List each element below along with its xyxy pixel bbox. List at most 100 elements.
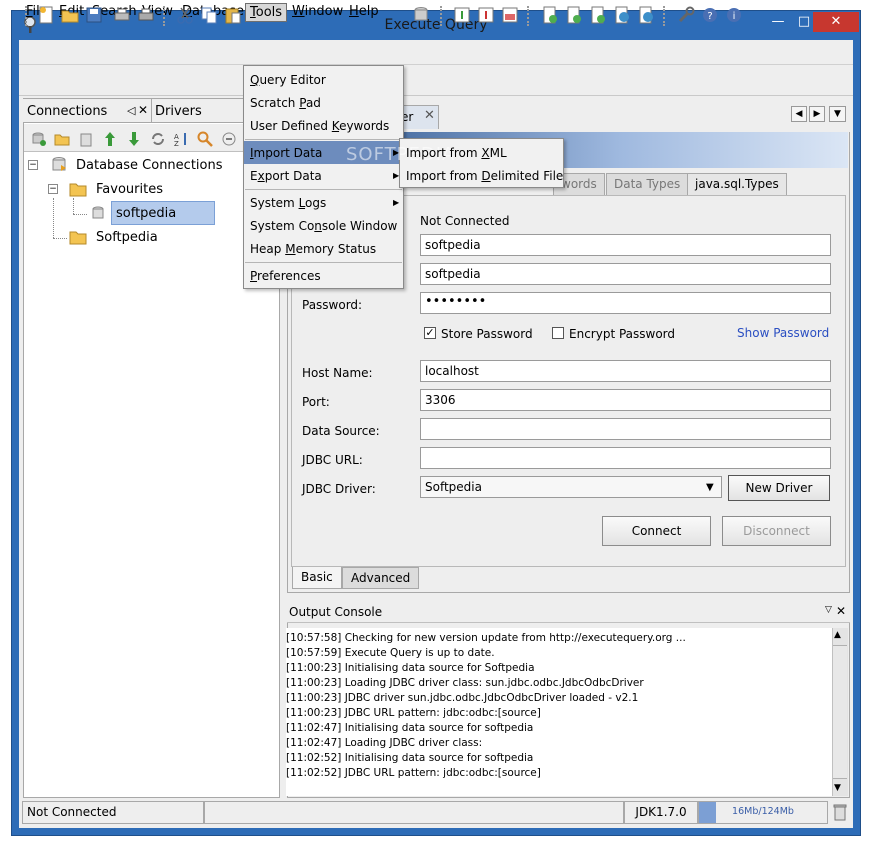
- password-field[interactable]: ••••••••: [420, 292, 831, 314]
- new-connection-icon[interactable]: [31, 131, 47, 147]
- store-password-checkbox[interactable]: ✓: [424, 327, 436, 339]
- menu-item-export-data[interactable]: Export Data: [250, 169, 322, 183]
- close-tab-icon[interactable]: ✕: [138, 103, 148, 117]
- menu-item-import-data[interactable]: Import Data: [250, 146, 322, 160]
- menu-item-user-defined-keywords[interactable]: User Defined Keywords: [250, 119, 389, 133]
- menu-item-preferences[interactable]: Preferences: [250, 269, 321, 283]
- close-console-icon[interactable]: ✕: [836, 604, 846, 618]
- open-folder-icon[interactable]: [61, 6, 79, 24]
- submenu-arrow-icon: ▶: [393, 198, 400, 207]
- doc-add-icon[interactable]: [565, 6, 583, 24]
- chevron-down-icon[interactable]: ▼: [706, 482, 714, 493]
- new-folder-icon[interactable]: [54, 131, 70, 147]
- tab-prev-icon[interactable]: ◀: [791, 106, 807, 122]
- collapse-all-icon[interactable]: [222, 132, 236, 146]
- doc-run-icon[interactable]: [589, 6, 607, 24]
- delete-icon[interactable]: [79, 131, 93, 147]
- tab-list-icon[interactable]: ▼: [829, 106, 846, 122]
- tab-next-icon[interactable]: ▶: [809, 106, 825, 122]
- tab-connections[interactable]: Connections: [27, 104, 107, 119]
- menu-separator: [245, 189, 402, 190]
- show-password-link[interactable]: Show Password: [737, 326, 829, 340]
- softpedia-folder-icon: [69, 231, 87, 245]
- jdbc-url-field[interactable]: [420, 447, 831, 469]
- menu-item-scratch-pad[interactable]: Scratch Pad: [250, 96, 321, 110]
- user-name-field[interactable]: softpedia: [420, 234, 831, 256]
- help-icon[interactable]: ?: [701, 6, 719, 24]
- tree-root[interactable]: Database Connections: [76, 158, 223, 173]
- sort-icon[interactable]: AZ: [173, 131, 189, 147]
- scroll-down-icon[interactable]: ▼: [834, 783, 841, 793]
- tab-basic[interactable]: Basic: [292, 567, 342, 589]
- move-up-icon[interactable]: [103, 131, 117, 147]
- tab-divider: [151, 99, 152, 123]
- tree-favourites[interactable]: Favourites: [96, 182, 163, 197]
- trash-icon[interactable]: [833, 803, 847, 821]
- log-line: [11:02:47] Loading JDBC driver class:: [286, 737, 483, 749]
- scroll-up-icon[interactable]: ▲: [834, 630, 841, 640]
- tree-collapse-favourites[interactable]: −: [48, 184, 58, 194]
- search-icon[interactable]: [197, 131, 213, 147]
- schema-field[interactable]: softpedia: [420, 263, 831, 285]
- info-icon[interactable]: i: [725, 6, 743, 24]
- tab-drivers[interactable]: Drivers: [155, 104, 202, 119]
- tab-java-sql-types[interactable]: java.sql.Types: [687, 173, 787, 195]
- doc-refresh-icon[interactable]: [613, 6, 631, 24]
- disconnect-button[interactable]: Disconnect: [722, 516, 831, 546]
- paste-icon[interactable]: [224, 6, 242, 24]
- tree-item-softpedia-folder[interactable]: Softpedia: [96, 230, 158, 245]
- menu-tools[interactable]: Tools: [245, 3, 288, 22]
- print-icon[interactable]: [137, 6, 155, 24]
- tree-collapse-root[interactable]: −: [28, 160, 38, 170]
- tree-item-softpedia[interactable]: softpedia: [116, 206, 176, 221]
- svg-text:?: ?: [707, 11, 712, 22]
- memory-label: 16Mb/124Mb: [732, 806, 794, 817]
- favourites-folder-icon: [69, 183, 87, 197]
- log-line: [11:02:47] Initialising data source for …: [286, 722, 534, 734]
- print-preview-icon[interactable]: [113, 6, 131, 24]
- minimize-button[interactable]: —: [765, 12, 791, 32]
- new-file-icon[interactable]: [37, 6, 55, 24]
- menu-item-system-logs[interactable]: System Logs: [250, 196, 326, 210]
- menu-separator: [245, 262, 402, 263]
- password-label: Password:: [302, 298, 363, 312]
- output-console-title: Output Console: [289, 605, 383, 619]
- menu-item-heap-memory-status[interactable]: Heap Memory Status: [250, 242, 376, 256]
- console-log[interactable]: [10:57:58] Checking for new version upda…: [286, 628, 832, 796]
- data-source-field[interactable]: [420, 418, 831, 440]
- import-table-icon[interactable]: [477, 6, 495, 24]
- tab-advanced[interactable]: Advanced: [342, 567, 420, 589]
- menu-item-import-delimited[interactable]: Import from Delimited File: [406, 169, 563, 183]
- encrypt-password-checkbox[interactable]: [552, 327, 564, 339]
- doc-sync-icon[interactable]: [637, 6, 655, 24]
- export-table-icon[interactable]: [453, 6, 471, 24]
- table-grid-icon[interactable]: [501, 6, 519, 24]
- console-scroll-thumb[interactable]: [833, 645, 847, 779]
- host-name-field[interactable]: localhost: [420, 360, 831, 382]
- close-tab-icon[interactable]: ✕: [424, 108, 435, 123]
- menu-help[interactable]: Help: [345, 3, 383, 22]
- wrench-icon[interactable]: [677, 6, 695, 24]
- close-window-button[interactable]: ✕: [813, 12, 859, 32]
- new-driver-button[interactable]: New Driver: [728, 475, 830, 501]
- console-menu-icon[interactable]: ▽: [825, 605, 832, 615]
- jdbc-driver-select[interactable]: Softpedia: [420, 476, 722, 498]
- reload-icon[interactable]: [150, 131, 166, 147]
- connect-button[interactable]: Connect: [602, 516, 711, 546]
- query-doc-icon[interactable]: [541, 6, 559, 24]
- menu-window[interactable]: Window: [288, 3, 347, 22]
- port-field[interactable]: 3306: [420, 389, 831, 411]
- log-line: [11:00:23] JDBC URL pattern: jdbc:odbc:[…: [286, 707, 541, 719]
- menu-item-import-xml[interactable]: Import from XML: [406, 146, 507, 160]
- tab-data-types[interactable]: Data Types: [606, 173, 689, 195]
- menu-item-query-editor[interactable]: Query Editor: [250, 73, 326, 87]
- status-jdk: JDK1.7.0: [624, 801, 698, 824]
- cut-icon[interactable]: [176, 6, 194, 24]
- menu-item-system-console-window[interactable]: System Console Window: [250, 219, 397, 233]
- panel-menu-icon[interactable]: ◁: [127, 104, 135, 117]
- database-icon[interactable]: [412, 6, 430, 24]
- copy-icon[interactable]: [200, 6, 218, 24]
- save-icon[interactable]: [85, 6, 103, 24]
- move-down-icon[interactable]: [127, 131, 141, 147]
- log-line: [10:57:58] Checking for new version upda…: [286, 632, 686, 644]
